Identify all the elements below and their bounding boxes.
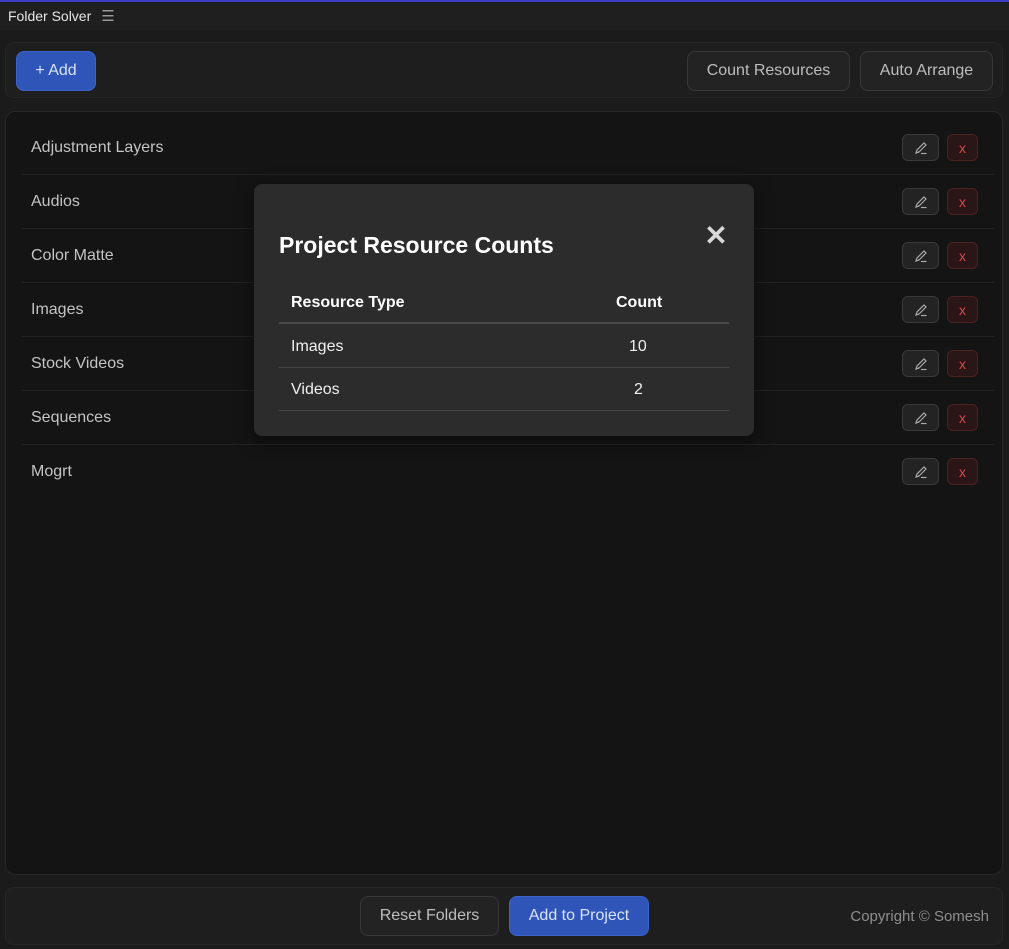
add-button[interactable]: + Add <box>16 51 96 91</box>
toolbar: + Add Count Resources Auto Arrange <box>5 42 1003 98</box>
pencil-icon <box>914 141 927 154</box>
edit-button[interactable] <box>902 134 939 161</box>
edit-button[interactable] <box>902 242 939 269</box>
edit-button[interactable] <box>902 458 939 485</box>
pencil-icon <box>914 357 927 370</box>
hamburger-menu-icon[interactable]: ☰ <box>101 9 114 24</box>
resource-counts-modal: Project Resource Counts ✕ Resource Type … <box>254 184 754 436</box>
title-bar: Folder Solver ☰ <box>0 2 1009 30</box>
delete-button[interactable]: x <box>947 404 978 431</box>
folder-name: Adjustment Layers <box>31 139 164 156</box>
delete-button[interactable]: x <box>947 350 978 377</box>
pencil-icon <box>914 249 927 262</box>
modal-title: Project Resource Counts <box>279 232 554 258</box>
folder-name: Color Matte <box>31 247 114 264</box>
delete-button[interactable]: x <box>947 188 978 215</box>
reset-folders-button[interactable]: Reset Folders <box>360 896 499 936</box>
resource-type-cell: Images <box>291 338 344 355</box>
column-header-resource-type: Resource Type <box>291 294 405 311</box>
footer: Reset Folders Add to Project Copyright ©… <box>5 887 1003 945</box>
folder-name: Mogrt <box>31 463 72 480</box>
delete-button[interactable]: x <box>947 134 978 161</box>
folder-row[interactable]: Mogrt x <box>22 445 994 499</box>
copyright-text: Copyright © Somesh <box>850 908 989 925</box>
auto-arrange-button[interactable]: Auto Arrange <box>860 51 993 91</box>
pencil-icon <box>914 411 927 424</box>
folder-name: Sequences <box>31 409 112 426</box>
resource-type-cell: Videos <box>291 381 340 398</box>
folder-name: Stock Videos <box>31 355 125 372</box>
row-divider <box>279 367 729 368</box>
delete-button[interactable]: x <box>947 458 978 485</box>
delete-button[interactable]: x <box>947 296 978 323</box>
edit-button[interactable] <box>902 404 939 431</box>
count-resources-button[interactable]: Count Resources <box>687 51 850 91</box>
app-title: Folder Solver <box>8 8 92 24</box>
pencil-icon <box>914 465 927 478</box>
header-divider <box>279 322 729 324</box>
folder-row[interactable]: Adjustment Layers x <box>22 121 994 175</box>
delete-button[interactable]: x <box>947 242 978 269</box>
close-icon[interactable]: ✕ <box>702 222 730 250</box>
edit-button[interactable] <box>902 350 939 377</box>
edit-button[interactable] <box>902 296 939 323</box>
folder-name: Images <box>31 301 84 318</box>
add-to-project-button[interactable]: Add to Project <box>509 896 649 936</box>
pencil-icon <box>914 303 927 316</box>
pencil-icon <box>914 195 927 208</box>
count-cell: 2 <box>634 381 643 398</box>
column-header-count: Count <box>616 294 663 311</box>
row-divider <box>279 410 729 411</box>
edit-button[interactable] <box>902 188 939 215</box>
folder-name: Audios <box>31 193 80 210</box>
count-cell: 10 <box>629 338 647 355</box>
